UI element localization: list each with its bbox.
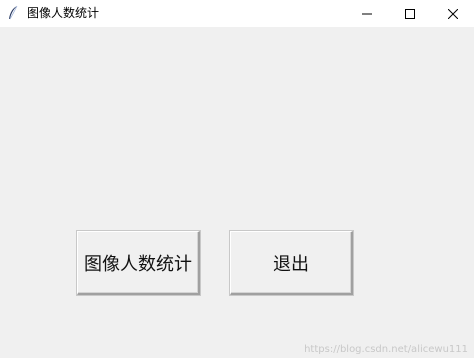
image-count-button[interactable]: 图像人数统计 — [77, 231, 200, 295]
close-button[interactable] — [430, 0, 474, 27]
window-title: 图像人数统计 — [27, 6, 100, 20]
title-bar[interactable]: 图像人数统计 — [0, 0, 474, 27]
maximize-icon — [405, 4, 415, 23]
maximize-button[interactable] — [387, 0, 433, 27]
close-icon — [447, 4, 459, 23]
app-window: 图像人数统计 图像人数统计 退出 https://blog.csdn.net/a… — [0, 0, 474, 358]
watermark-text: https://blog.csdn.net/alicewu111 — [304, 344, 468, 355]
minimize-icon — [362, 4, 372, 23]
exit-button[interactable]: 退出 — [230, 231, 353, 295]
minimize-button[interactable] — [344, 0, 390, 27]
main-content: 图像人数统计 退出 https://blog.csdn.net/alicewu1… — [0, 27, 474, 358]
feather-icon — [7, 5, 19, 21]
